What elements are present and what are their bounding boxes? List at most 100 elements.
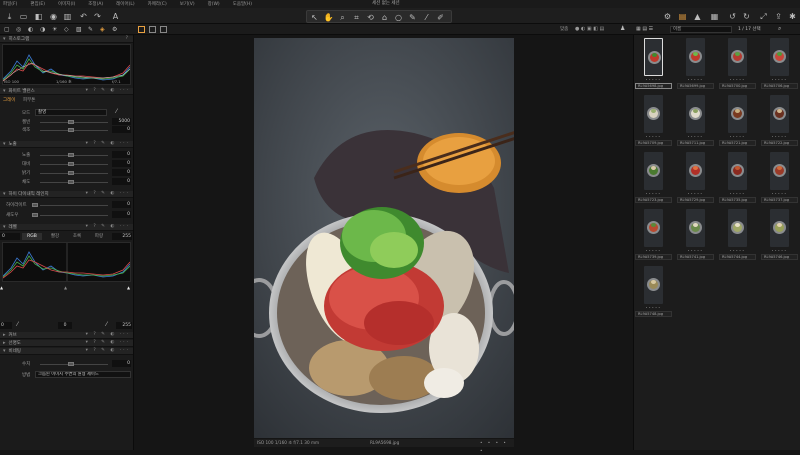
levels-histogram[interactable] bbox=[2, 242, 131, 282]
thumbnail-rating[interactable]: ••••• bbox=[677, 249, 714, 253]
thumbnail-image[interactable] bbox=[770, 152, 789, 190]
thumbnail-item[interactable]: ••••• RL9A5741.jpg bbox=[677, 209, 714, 260]
thumbnail-rating[interactable]: ••••• bbox=[761, 249, 798, 253]
thumbnail-image[interactable] bbox=[728, 209, 747, 247]
grid-icon[interactable]: ▦ bbox=[709, 11, 720, 22]
tab-library-icon[interactable]: ▢ bbox=[4, 26, 10, 33]
search-icon[interactable]: ⌕ bbox=[778, 25, 781, 33]
thumbnail-item[interactable]: ••••• RL9A5746.jpg bbox=[761, 209, 798, 260]
main-photo[interactable] bbox=[254, 38, 514, 438]
user-icon[interactable]: ♟ bbox=[620, 25, 625, 32]
saturation-slider[interactable] bbox=[40, 182, 108, 183]
tab-output-icon[interactable]: ⚙ bbox=[112, 26, 117, 33]
saturation-knob[interactable] bbox=[68, 180, 74, 184]
export-icon[interactable]: ⇪ bbox=[773, 11, 784, 22]
clarity-section-header[interactable]: ▸ 선명도 ▾ ? ✎ ◐ ··· bbox=[0, 340, 133, 347]
thumbnail-rating[interactable]: ••••• bbox=[719, 192, 756, 196]
levels-left-value[interactable]: 0 bbox=[0, 233, 20, 240]
thumbnail-item[interactable]: ••••• RL9A5706.jpg bbox=[761, 38, 798, 89]
thumbnail-item[interactable]: ••••• RL9A5737.jpg bbox=[761, 152, 798, 203]
shadow-knob[interactable] bbox=[32, 213, 38, 217]
tab-wb-skin[interactable]: 피부톤 bbox=[23, 97, 35, 103]
thumbnail-item[interactable]: ••••• RL9A5721.jpg bbox=[719, 95, 756, 146]
vignette-method-select[interactable]: 크롭된 이미지 주변의 원형 세이드 bbox=[35, 371, 131, 378]
thumbnail-item[interactable]: ••••• RL9A5739.jpg bbox=[635, 209, 672, 260]
tab-capture-icon[interactable]: ◎ bbox=[16, 26, 21, 33]
tab-lens-icon[interactable]: ◐ bbox=[28, 26, 33, 33]
compare-icon[interactable]: ⤢ bbox=[758, 11, 769, 22]
levels-mid-marker[interactable]: ▲ bbox=[64, 285, 67, 290]
thumbnail-rating[interactable]: ••••• bbox=[719, 249, 756, 253]
undo-icon[interactable]: ↶ bbox=[78, 11, 89, 22]
histogram-section-header[interactable]: ▾ 히스토그램? bbox=[0, 36, 133, 43]
browser-view-icons[interactable]: ▦ ▤ ☰ bbox=[636, 26, 653, 32]
thumbnail-item[interactable]: ••••• RL9A5711.jpg bbox=[677, 95, 714, 146]
levels-white-marker[interactable]: ▲ bbox=[127, 285, 130, 290]
caption-rating-stars[interactable]: • • • • • bbox=[480, 439, 514, 455]
zoom-fit-label[interactable]: 맞춤 bbox=[560, 26, 568, 32]
levels-right-value[interactable]: 255 bbox=[112, 233, 132, 240]
curve-section-header[interactable]: ▸ 커브 ▾ ? ✎ ◐ ··· bbox=[0, 332, 133, 339]
thumbnail-image[interactable] bbox=[770, 38, 789, 76]
keystone-icon[interactable]: ⌂ bbox=[379, 12, 390, 23]
text-icon[interactable]: A bbox=[110, 11, 121, 22]
rotate-right-icon[interactable]: ↻ bbox=[741, 11, 752, 22]
thumbnail-image[interactable] bbox=[770, 95, 789, 133]
thumbnail-rating[interactable]: ••••• bbox=[761, 78, 798, 82]
thumbnail-image[interactable] bbox=[644, 209, 663, 247]
sort-select[interactable]: 이름 bbox=[670, 26, 732, 33]
rotate-left-icon[interactable]: ↺ bbox=[727, 11, 738, 22]
menu-help[interactable]: 도움말(H) bbox=[233, 1, 252, 7]
thumbnail-rating[interactable]: ••••• bbox=[761, 192, 798, 196]
brush-icon[interactable]: ✎ bbox=[407, 12, 418, 23]
tab-detail-icon[interactable]: ◇ bbox=[64, 26, 69, 33]
tab-wb-gray[interactable]: 그레이 bbox=[3, 97, 15, 103]
tab-local-icon[interactable]: ▧ bbox=[76, 26, 82, 33]
shadow-value[interactable]: 0 bbox=[112, 211, 131, 218]
folder-icon[interactable]: ▭ bbox=[18, 11, 29, 22]
levels-in-mid[interactable]: 0 bbox=[58, 322, 72, 329]
wb-picker-icon[interactable]: ⁄ bbox=[116, 108, 117, 115]
exposure-knob[interactable] bbox=[68, 153, 74, 157]
menu-window[interactable]: 창(W) bbox=[208, 1, 220, 7]
levels-in-right[interactable]: 255 bbox=[116, 322, 132, 329]
redo-icon[interactable]: ↷ bbox=[92, 11, 103, 22]
thumbnail-item[interactable]: ••••• RL9A5699.jpg bbox=[677, 38, 714, 89]
thumbnail-image[interactable] bbox=[644, 266, 663, 304]
thumbnail-item[interactable]: ••••• RL9A5700.jpg bbox=[719, 38, 756, 89]
menu-image[interactable]: 이미지(I) bbox=[58, 1, 75, 7]
cursor-icon[interactable]: ↖ bbox=[309, 12, 320, 23]
wb-tint-knob[interactable] bbox=[68, 128, 74, 132]
thumbnail-item[interactable]: ••••• RL9A5698.jpg bbox=[635, 38, 672, 89]
image-viewer[interactable]: ISO 100 1/160 초 f/7.1 30 mm RL9A5698.jpg… bbox=[135, 35, 632, 453]
wb-kelvin-value[interactable]: 5000 bbox=[112, 118, 131, 125]
view-single-icon[interactable] bbox=[149, 26, 156, 33]
vignette-amount-knob[interactable] bbox=[68, 362, 74, 366]
white-balance-section-header[interactable]: ▾ 화이트 밸런스 ▾ ? ✎ ◐ ··· bbox=[0, 88, 133, 95]
exposure-slider[interactable] bbox=[40, 155, 108, 156]
vignette-section-header[interactable]: ▾ 비네팅 ▾ ? ✎ ◐ ··· bbox=[0, 348, 133, 355]
view-grid-icon[interactable] bbox=[138, 26, 145, 33]
brightness-value[interactable]: 0 bbox=[112, 169, 131, 176]
thumbnail-image[interactable] bbox=[686, 95, 705, 133]
tab-meta-icon[interactable]: ◈ bbox=[100, 26, 105, 33]
thumbnail-rating[interactable]: ••••• bbox=[635, 306, 672, 310]
tab-levels-blue[interactable]: 파랑 bbox=[89, 233, 109, 240]
wb-mode-select[interactable]: 촬영 bbox=[35, 109, 107, 116]
menu-edit[interactable]: 편집(E) bbox=[30, 1, 45, 7]
vignette-amount-value[interactable]: 0 bbox=[112, 360, 131, 367]
thumbnail-image[interactable] bbox=[686, 152, 705, 190]
wb-kelvin-knob[interactable] bbox=[68, 120, 74, 124]
thumbnail-rating[interactable]: ••••• bbox=[719, 78, 756, 82]
brightness-knob[interactable] bbox=[68, 171, 74, 175]
black-picker-icon[interactable]: ⁄ bbox=[17, 321, 18, 328]
saturation-value[interactable]: 0 bbox=[112, 178, 131, 185]
levels-in-left[interactable]: 0 bbox=[0, 322, 12, 329]
tab-levels-rgb[interactable]: RGB bbox=[22, 233, 42, 240]
brightness-slider[interactable] bbox=[40, 173, 108, 174]
thumbnail-rating[interactable]: ••••• bbox=[677, 192, 714, 196]
thumbnail-item[interactable]: ••••• RL9A5709.jpg bbox=[635, 95, 672, 146]
thumbnail-item[interactable]: ••••• RL9A5723.jpg bbox=[635, 152, 672, 203]
highlight-value[interactable]: 0 bbox=[112, 201, 131, 208]
open-folder-icon[interactable]: ◧ bbox=[33, 11, 44, 22]
